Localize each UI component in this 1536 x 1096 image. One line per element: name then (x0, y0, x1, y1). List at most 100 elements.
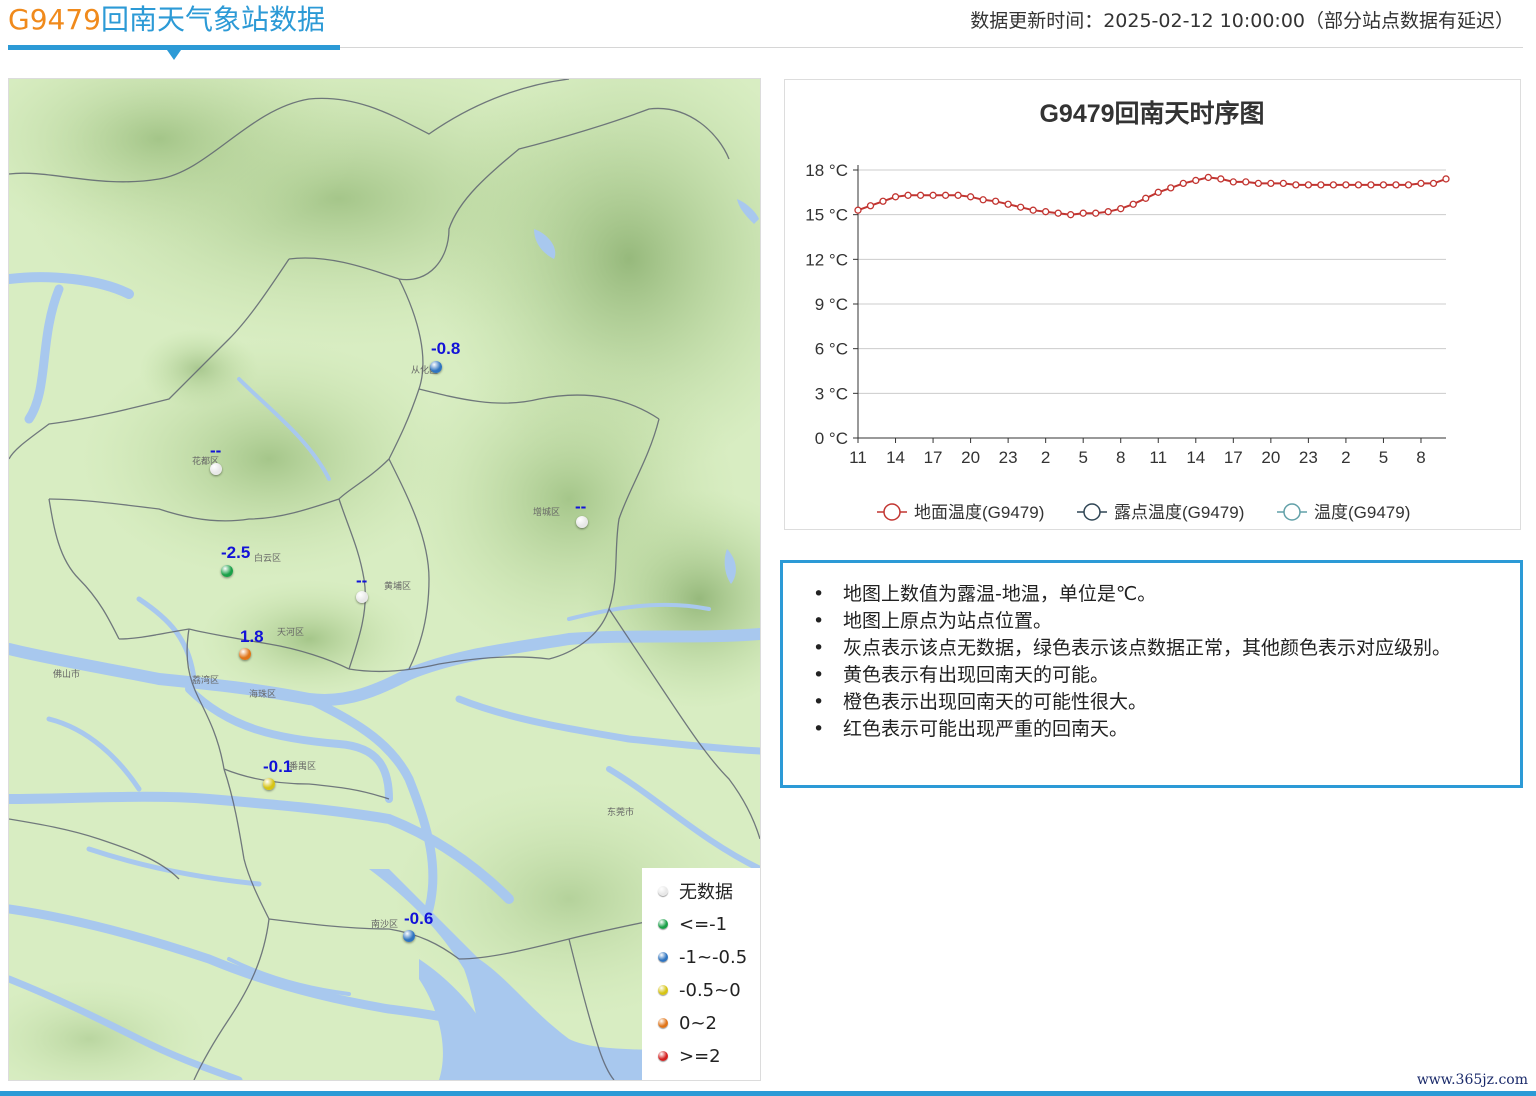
legend-marker[interactable] (1283, 503, 1301, 521)
data-point[interactable] (1016, 203, 1025, 211)
data-point[interactable] (1192, 176, 1200, 185)
data-point[interactable] (1067, 211, 1075, 219)
data-point[interactable] (854, 206, 862, 214)
y-tick-label: 12 °C (805, 250, 848, 269)
legend-item[interactable]: >=2 (658, 1041, 721, 1071)
data-point[interactable] (1417, 179, 1425, 188)
note-item: 橙色表示出现回南天的可能性很大。 (813, 689, 1490, 716)
data-point[interactable] (1442, 175, 1450, 183)
data-point[interactable] (1179, 179, 1187, 188)
legend-dot (658, 985, 668, 995)
data-point[interactable] (891, 193, 900, 201)
station-value: -- (356, 571, 368, 590)
legend-item[interactable]: 0~2 (658, 1008, 717, 1038)
data-point[interactable] (1429, 179, 1438, 188)
data-point[interactable] (1167, 184, 1175, 192)
legend-marker[interactable] (1083, 503, 1101, 521)
station-dot[interactable] (403, 930, 415, 942)
data-point[interactable] (1317, 181, 1325, 189)
legend-item[interactable]: -1~-0.5 (658, 942, 747, 972)
legend-dot (658, 1018, 668, 1028)
station-dot[interactable] (356, 591, 368, 603)
data-point[interactable] (1392, 181, 1400, 189)
data-point[interactable] (879, 197, 887, 205)
data-point[interactable] (1029, 206, 1037, 214)
data-point[interactable] (1054, 209, 1062, 217)
station-dot[interactable] (576, 516, 588, 528)
station-value: -0.6 (404, 909, 434, 928)
data-point[interactable] (866, 202, 875, 210)
data-point[interactable] (1129, 200, 1137, 208)
timeseries-chart[interactable]: G9479回南天时序图 0 °C 3 °C 6 °C 9 °C 12 °C 15 °C 18… (784, 79, 1521, 530)
data-point[interactable] (979, 196, 987, 204)
data-point[interactable] (1279, 179, 1288, 188)
place-label: 南沙区 (371, 920, 399, 930)
station-map[interactable]: 花都区 从化区 白云区 增城区 天河区 番禺区 南沙区 东莞市 佛山市 荔湾区 … (8, 78, 761, 1081)
x-tick-label: 14 (1186, 448, 1205, 467)
legend-marker[interactable] (883, 503, 901, 521)
x-tick-label: 8 (1116, 448, 1125, 467)
data-point[interactable] (1142, 194, 1150, 202)
legend-label[interactable]: 温度(G9479) (1314, 503, 1410, 522)
data-point[interactable] (1242, 178, 1250, 186)
data-point[interactable] (1354, 181, 1363, 189)
legend-label[interactable]: 地面温度(G9479) (914, 503, 1044, 522)
x-tick-label: 5 (1078, 448, 1087, 467)
station-value: -2.5 (221, 543, 251, 562)
station-dot[interactable] (210, 463, 222, 475)
place-label: 天河区 (277, 628, 305, 638)
data-point[interactable] (1217, 175, 1225, 183)
data-point[interactable] (1042, 208, 1050, 216)
x-tick-label: 20 (1261, 448, 1280, 467)
place-label: 海珠区 (249, 690, 277, 700)
y-tick-label: 3 °C (815, 384, 848, 403)
data-point[interactable] (991, 197, 1000, 205)
station-value: -0.8 (431, 339, 461, 358)
data-point[interactable] (966, 193, 975, 201)
data-point[interactable] (1254, 179, 1262, 188)
data-point[interactable] (1329, 181, 1338, 189)
x-tick-label: 23 (1299, 448, 1318, 467)
data-point[interactable] (1379, 181, 1388, 189)
legend-label: -1~-0.5 (679, 946, 748, 968)
notes-panel: 地图上数值为露温-地温，单位是℃。 地图上原点为站点位置。 灰点表示该点无数据，… (780, 560, 1523, 788)
station-dot[interactable] (239, 648, 251, 660)
data-point[interactable] (1342, 181, 1350, 189)
note-item: 黄色表示有出现回南天的可能。 (813, 662, 1490, 689)
station-dot[interactable] (221, 565, 233, 577)
data-point[interactable] (1267, 179, 1275, 188)
legend-item[interactable]: 无数据 (658, 876, 733, 906)
data-point[interactable] (1292, 181, 1300, 189)
data-point[interactable] (1367, 181, 1375, 189)
data-point[interactable] (1154, 188, 1162, 196)
x-tick-label: 11 (849, 448, 867, 467)
data-point[interactable] (929, 191, 937, 199)
data-point[interactable] (904, 191, 912, 199)
station-dot[interactable] (430, 361, 442, 373)
watermark: www.365jz.com (1416, 1072, 1528, 1088)
data-point[interactable] (1304, 181, 1313, 189)
legend-item[interactable]: -0.5~0 (658, 975, 741, 1005)
data-point[interactable] (1229, 178, 1237, 186)
station-dot[interactable] (263, 778, 275, 790)
data-point[interactable] (1004, 200, 1012, 208)
y-tick-label: 0 °C (815, 429, 848, 448)
y-tick-label: 15 °C (805, 206, 848, 225)
data-point[interactable] (1404, 181, 1413, 189)
legend-label: -0.5~0 (679, 979, 741, 1001)
data-point[interactable] (1079, 209, 1087, 217)
legend-label[interactable]: 露点温度(G9479) (1114, 503, 1244, 522)
legend-label: <=-1 (679, 913, 728, 935)
data-point[interactable] (916, 191, 925, 199)
x-tick-label: 17 (924, 448, 943, 467)
data-point[interactable] (941, 191, 950, 199)
data-point[interactable] (1117, 205, 1125, 213)
data-point[interactable] (1204, 173, 1212, 182)
data-point[interactable] (1104, 208, 1112, 216)
note-item: 灰点表示该点无数据，绿色表示该点数据正常，其他颜色表示对应级别。 (813, 635, 1490, 662)
data-point[interactable] (1092, 209, 1100, 217)
station-value: -- (210, 441, 222, 460)
page-title: G9479回南天气象站数据 (8, 0, 325, 47)
legend-item[interactable]: <=-1 (658, 909, 727, 939)
data-point[interactable] (954, 191, 962, 199)
